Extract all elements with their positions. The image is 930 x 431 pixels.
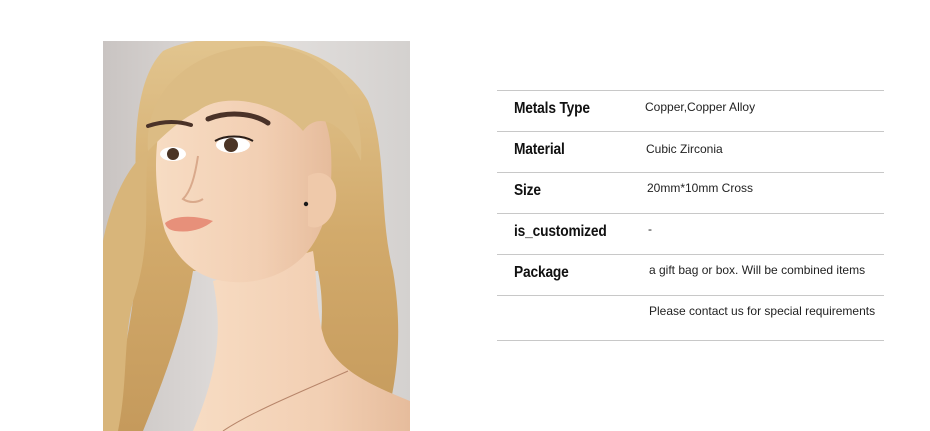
spec-row-size: Size 20mm*10mm Cross <box>497 172 884 213</box>
spec-row-material: Material Cubic Zirconia <box>497 131 884 172</box>
product-photo <box>103 41 410 431</box>
spec-row-package: Package a gift bag or box. Will be combi… <box>497 254 884 295</box>
spec-value: Copper,Copper Alloy <box>645 100 756 114</box>
spec-row-note: Please contact us for special requiremen… <box>497 295 884 341</box>
spec-value: a gift bag or box. Will be combined item… <box>649 263 866 277</box>
spec-value: Cubic Zirconia <box>646 142 723 156</box>
spec-label: is_customized <box>514 223 607 240</box>
spec-label: Package <box>514 264 569 281</box>
spec-label: Size <box>514 182 541 199</box>
specifications-table: Metals Type Copper,Copper Alloy Material… <box>497 90 884 341</box>
spec-row-is-customized: is_customized - <box>497 213 884 254</box>
spec-value: 20mm*10mm Cross <box>647 181 754 195</box>
spec-row-metals-type: Metals Type Copper,Copper Alloy <box>497 90 884 131</box>
mannequin-image <box>103 41 410 431</box>
earring-stud <box>303 201 309 207</box>
spec-value: Please contact us for special requiremen… <box>649 304 876 318</box>
spec-label: Metals Type <box>514 100 590 117</box>
spec-label: Material <box>514 141 565 158</box>
spec-value: - <box>648 222 652 236</box>
